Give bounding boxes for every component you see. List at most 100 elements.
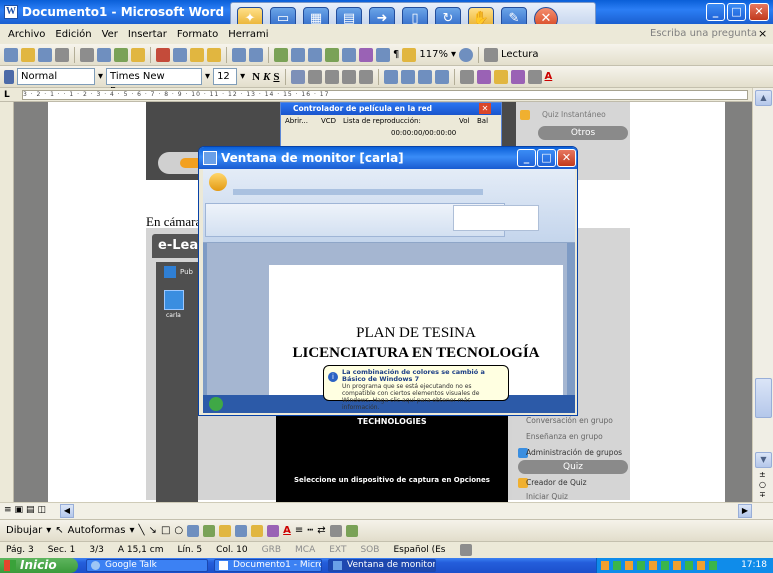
monitor-minimize-button[interactable]: _ (517, 149, 536, 167)
increase-indent-icon[interactable] (434, 69, 449, 84)
undo-icon[interactable] (232, 47, 246, 62)
help-icon[interactable] (459, 47, 473, 62)
textbox-icon[interactable] (187, 524, 200, 537)
start-button[interactable]: Inicio (0, 558, 78, 573)
spelling-status-icon[interactable] (459, 544, 472, 556)
bullets-icon[interactable] (400, 69, 415, 84)
rectangle-icon[interactable]: □ (161, 525, 170, 536)
align-right-icon[interactable] (324, 69, 339, 84)
underline-icon[interactable]: S (273, 71, 279, 83)
border-icon[interactable] (459, 69, 474, 84)
task-google-talk[interactable]: Google Talk (86, 559, 208, 572)
ruler-scale[interactable]: 3 · 2 · 1 · · 1 · 2 · 3 · 4 · 5 · 6 · 7 … (22, 90, 748, 100)
preview-icon[interactable] (97, 47, 111, 62)
quiz-creator-item[interactable]: Creador de Quiz (526, 476, 626, 490)
equation-icon[interactable] (527, 69, 542, 84)
office-button-icon[interactable] (209, 173, 227, 191)
ink-icon[interactable] (402, 47, 417, 62)
zoom-dropdown-icon[interactable]: ▾ (451, 49, 456, 60)
show-hide-icon[interactable]: ¶ (393, 49, 399, 60)
research-icon[interactable] (131, 47, 145, 62)
groups-admin-item[interactable]: Administración de grupos (526, 446, 626, 460)
drawing-icon[interactable] (359, 47, 373, 62)
browse-object-icon[interactable]: ○ (759, 480, 766, 489)
highlight-icon[interactable] (476, 69, 491, 84)
task-word[interactable]: Documento1 - Micros... (214, 559, 322, 572)
line-color-shape-icon[interactable] (267, 524, 280, 537)
numbering-icon[interactable] (383, 69, 398, 84)
group-chat-item[interactable]: Conversación en grupo (526, 414, 626, 428)
scroll-right-icon[interactable]: ▶ (738, 504, 752, 518)
align-center-icon[interactable] (307, 69, 322, 84)
new-icon[interactable] (4, 47, 18, 62)
status-mca[interactable]: MCA (295, 545, 315, 555)
view-buttons-icon[interactable]: ≡▣▤◫ (4, 505, 49, 515)
cut-icon[interactable] (156, 47, 170, 62)
menu-herramientas[interactable]: Herrami (228, 29, 268, 40)
close-button[interactable]: ✕ (749, 3, 769, 21)
scroll-up-icon[interactable]: ▲ (755, 90, 772, 106)
horizontal-scrollbar[interactable]: ≡▣▤◫ ◀ ▶ (0, 502, 773, 519)
insert-excel-icon[interactable] (325, 47, 339, 62)
user-avatar-icon[interactable] (164, 290, 184, 310)
tables-borders-icon[interactable] (291, 47, 305, 62)
select-objects-icon[interactable]: ↖ (55, 525, 63, 536)
vcd-label[interactable]: VCD (321, 117, 336, 125)
menu-ver[interactable]: Ver (102, 29, 118, 40)
line-color-icon[interactable] (510, 69, 525, 84)
save-icon[interactable] (38, 47, 52, 62)
task-monitor[interactable]: Ventana de monitor [... (328, 559, 436, 572)
zoom-value[interactable]: 117% (419, 49, 448, 60)
picture-icon[interactable] (235, 524, 248, 537)
monitor-close-button[interactable]: ✕ (557, 149, 576, 167)
wordart-icon[interactable] (203, 524, 216, 537)
font-color-icon[interactable]: A (545, 71, 553, 82)
ask-question-field[interactable]: Escriba una pregunta (650, 28, 757, 39)
permission-icon[interactable] (55, 47, 69, 62)
dash-style-icon[interactable]: ┅ (307, 525, 313, 536)
italic-icon[interactable]: K (263, 71, 270, 83)
fill-color-icon[interactable] (251, 524, 264, 537)
status-sob[interactable]: SOB (360, 545, 379, 555)
status-language[interactable]: Español (Es (393, 545, 445, 555)
autoshapes-dropdown-icon[interactable]: ▾ (129, 525, 134, 536)
styles-icon[interactable] (4, 69, 14, 84)
arrow-shape-icon[interactable]: ↘ (149, 525, 157, 536)
group-teaching-item[interactable]: Enseñanza en grupo (526, 430, 626, 444)
paste-icon[interactable] (190, 47, 204, 62)
hyperlink-icon[interactable] (274, 47, 288, 62)
font-combo[interactable]: Times New Roman (106, 68, 203, 97)
read-icon[interactable] (484, 47, 498, 62)
bold-icon[interactable]: N (252, 71, 260, 83)
style-dropdown-icon[interactable]: ▾ (98, 71, 103, 82)
shading-icon[interactable] (493, 69, 508, 84)
arrow-style-icon[interactable]: ⇄ (317, 525, 325, 536)
scroll-thumb[interactable] (755, 378, 772, 418)
shadow-icon[interactable] (329, 524, 342, 537)
spelling-icon[interactable] (114, 47, 128, 62)
scroll-left-icon[interactable]: ◀ (60, 504, 74, 518)
document-map-icon[interactable] (376, 47, 390, 62)
maximize-button[interactable]: □ (727, 3, 746, 21)
menu-edicion[interactable]: Edición (55, 29, 91, 40)
reading-button[interactable]: Lectura (501, 49, 539, 60)
3d-icon[interactable] (345, 524, 358, 537)
draw-menu[interactable]: Dibujar (6, 525, 42, 536)
size-dropdown-icon[interactable]: ▾ (240, 71, 245, 82)
justify-icon[interactable] (341, 69, 356, 84)
line-icon[interactable]: ╲ (139, 525, 145, 536)
insert-table-icon[interactable] (308, 47, 322, 62)
vertical-scrollbar[interactable]: ▲ ▼ ± ○ ∓ (752, 88, 773, 502)
tab-selector-icon[interactable]: L (4, 90, 10, 100)
scroll-down-icon[interactable]: ▼ (755, 452, 772, 468)
line-style-icon[interactable]: ≡ (295, 525, 303, 536)
copy-icon[interactable] (173, 47, 187, 62)
autoshapes-menu[interactable]: Autoformas (68, 525, 126, 536)
size-combo[interactable]: 12 (213, 68, 238, 85)
prev-page-icon[interactable]: ± (759, 470, 766, 479)
text-color-icon[interactable]: A (283, 525, 291, 536)
menu-insertar[interactable]: Insertar (128, 29, 167, 40)
columns-icon[interactable] (342, 47, 356, 62)
oval-icon[interactable]: ○ (174, 525, 183, 536)
clipart-icon[interactable] (219, 524, 232, 537)
